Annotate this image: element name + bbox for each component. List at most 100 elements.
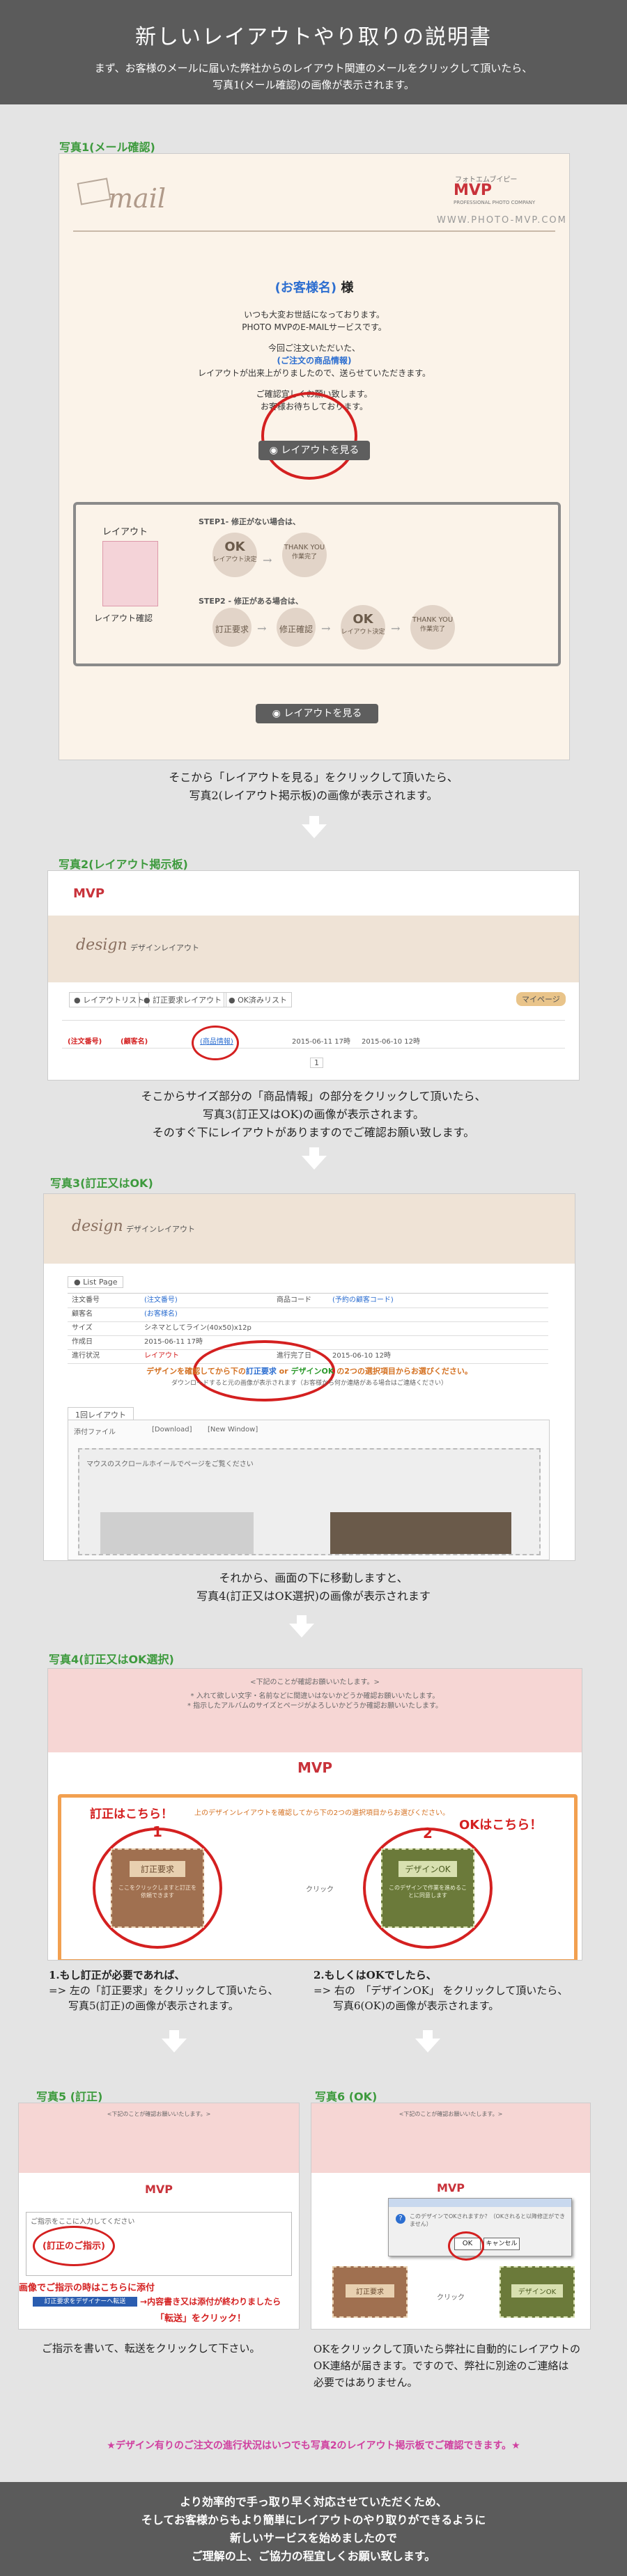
mail-screenshot: mail フォトエムブイピー MVP PROFESSIONAL PHOTO CO… [59, 153, 570, 760]
divider [62, 1020, 565, 1021]
fix-or-ok-screenshot: design デザインレイアウト ● List Page 注文番号 (注文番号) 商… [43, 1193, 575, 1561]
send-fix-button[interactable]: 訂正要求をデザイナーへ転送 [33, 2297, 137, 2307]
thankyou-circle: THANK YOU 作業完了 [282, 533, 327, 577]
thankyou-circle-2: THANK YOU 作業完了 [410, 605, 455, 650]
brand-logo: MVP [436, 2181, 465, 2194]
done-note: →内容書き又は添付が終わりましたら [140, 2297, 281, 2307]
caption-2: そこからサイズ部分の「商品情報」の部分をクリックして頂いたら、 写真3(訂正又はO… [141, 1090, 486, 1139]
download-link[interactable]: [Download] [152, 1426, 192, 1434]
design-title: デザインレイアウト [126, 1225, 195, 1234]
arrow-icon: → [263, 553, 272, 567]
brand-sub: PROFESSIONAL PHOTO COMPANY [454, 200, 536, 205]
brand-url: WWW.PHOTO-MVP.COM [437, 215, 567, 226]
view-layout-button[interactable]: ◉ レイアウトを見る [258, 441, 370, 460]
down-arrow [162, 2030, 187, 2052]
highlight-ring [261, 392, 357, 480]
design-banner [44, 1194, 575, 1264]
notice-title: <下記のことが確認お願いいたします。> [398, 2111, 503, 2117]
caption-3: それから、画面の下に移動しますと、 写真4(訂正又はOK選択)の画像が表示されます [196, 1571, 431, 1603]
choose-text: 上のデザインレイアウトを確認してから下の2つの選択項目からお選びください。 [194, 1809, 450, 1817]
send-click-label: 「転送」をクリック！ [155, 2314, 247, 2324]
table-row: (注文番号) (顧客名) (商品情報) 2015-06-11 17時 2015-… [62, 1035, 565, 1049]
section-2-label: 写真2(レイアウト掲示板) [59, 858, 188, 871]
flow-confirm-label: レイアウト確認 [94, 613, 153, 623]
down-arrow [289, 1615, 314, 1638]
caption-5: ご指示を書いて、転送をクリックして下さい。 [42, 2342, 261, 2355]
notice-line-1: * 入れて欲しい文字・名前などに間違いはないかどうか確認お願いいたします。 [190, 1693, 440, 1700]
preview-image [100, 1512, 254, 1554]
flow-layout-label: レイアウト [102, 527, 148, 537]
design-ok-screenshot: <下記のことが確認お願いいたします。> MVP このデザインでOKされますか？（… [311, 2103, 591, 2330]
status-note: ★デザイン有りのご注文の進行状況はいつでも写真2のレイアウト掲示板でご確認できま… [107, 2440, 520, 2451]
section-1-label: 写真1(メール確認) [59, 141, 155, 154]
tab-fix-list[interactable]: ● 訂正要求レイアウト [139, 992, 227, 1007]
preview-image [330, 1512, 511, 1554]
fix-request-screenshot: <下記のことが確認お願いいたします。> MVP ご指示をここに入力してください … [18, 2103, 300, 2330]
fix-request-circle: 訂正要求 [212, 608, 251, 647]
notice-title: <下記のことが確認お願いいたします。> [250, 1679, 380, 1686]
highlight-ring [192, 1026, 239, 1060]
ok-decide-circle-2: OK レイアウト決定 [341, 605, 385, 650]
ok-here-label: OKはこちら！ [459, 1818, 543, 1832]
question-icon: ? [396, 2214, 405, 2224]
highlight-ring [448, 2231, 484, 2261]
divider [73, 230, 555, 232]
ok-decide-circle: OK レイアウト決定 [212, 533, 257, 577]
customer-line: (お客様名) 様 [274, 281, 354, 295]
notice-line-2: * 指示したアルバムのサイズとページがよろしいかどうか確認お願いいたします。 [187, 1702, 443, 1710]
step1-label: STEP1- 修正がない場合は、 [199, 517, 301, 526]
design-logo: design [76, 936, 127, 954]
design-banner [48, 916, 579, 982]
instruction-label: (訂正のご指示) [42, 2241, 105, 2252]
brand-logo: MVP [454, 182, 493, 199]
tab-ok-list[interactable]: ● OK済みリスト [224, 992, 292, 1007]
layout-viewer: 添付ファイル [Download] [New Window] マウスのスクロール… [68, 1420, 550, 1560]
design-ok-card[interactable]: デザインOK このデザインで作業を進めることに同意します [381, 1848, 474, 1928]
section-5-label: 写真5 (訂正) [36, 2090, 103, 2103]
tab-layout-list[interactable]: ● レイアウトリスト [69, 992, 150, 1007]
info-table: 注文番号 (注文番号) 商品コード (予約の顧客コード) 顧客名 (お客様名) サイズシ… [68, 1293, 548, 1364]
layout-board-screenshot: MVP design デザインレイアウト ● レイアウトリスト ● 訂正要求レイ… [47, 870, 580, 1081]
fix-here-label: 訂正はこちら！ [90, 1807, 173, 1821]
page-title: 新しいレイアウトやり取りの説明書 [135, 25, 492, 49]
design-title: デザインレイアウト [130, 943, 199, 952]
fix-check-circle: 修正確認 [277, 608, 316, 647]
dialog-cancel-button[interactable]: キャンセル [483, 2238, 520, 2250]
choice-notice-sub: ダウンロードすると元の画像が表示されます（お客様から何か連絡がある場合はご連絡く… [171, 1380, 447, 1387]
layout-preview: マウスのスクロールホイールでページをご覧ください [78, 1448, 541, 1555]
mail-logo: mail [108, 183, 166, 214]
notice-title: <下記のことが確認お願いいたします。> [107, 2111, 211, 2117]
brand-logo: MVP [73, 886, 105, 901]
caption-6: OKをクリックして頂いたら弊社に自動的にレイアウトの OK連絡が届きます。ですので… [314, 2343, 581, 2389]
step2-label: STEP2 - 修正がある場合は、 [199, 597, 303, 606]
down-arrow [302, 1147, 327, 1170]
down-arrow [302, 816, 327, 838]
click-label: クリック [306, 1886, 334, 1894]
fix-request-card[interactable]: 訂正要求 ここをクリックしますと訂正を依頼できます [111, 1848, 204, 1928]
arrow-icon: → [321, 622, 331, 635]
page-footer: より効率的で手っ取り早く対応させていただくため、 そしてお客様からもより簡単にレ… [0, 2482, 627, 2576]
list-page-button[interactable]: ● List Page [68, 1276, 124, 1288]
section-4-label: 写真4(訂正又はOK選択) [49, 1653, 174, 1666]
caption-1: そこから「レイアウトを見る」をクリックして頂いたら、 写真2(レイアウト掲示板)の… [169, 771, 458, 802]
new-window-link[interactable]: [New Window] [208, 1426, 258, 1434]
arrow-icon: → [391, 622, 401, 635]
envelope-icon [77, 178, 111, 205]
dialog-titlebar [389, 2199, 571, 2207]
view-layout-button-2[interactable]: ◉ レイアウトを見る [256, 704, 378, 723]
dialog-question: このデザインでOKされますか？（OKされると以降修正ができません） [410, 2213, 566, 2227]
fix-request-card[interactable]: 訂正要求 [332, 2266, 408, 2318]
mypage-button[interactable]: マイページ [516, 992, 566, 1006]
pagination-page[interactable]: 1 [310, 1058, 323, 1068]
click-label: クリック [437, 2294, 465, 2302]
down-arrow [415, 2030, 440, 2052]
section-6-label: 写真6 (OK) [315, 2090, 378, 2103]
header-intro: まず、お客様のメールに届いた弊社からのレイアウト関連のメールをクリックして頂いた… [94, 62, 533, 91]
choose-screenshot: <下記のことが確認お願いいたします。> * 入れて欲しい文字・名前などに間違いは… [47, 1668, 582, 1961]
attach-label: 画像でご指示の時はこちらに添付 [19, 2283, 155, 2293]
design-ok-card[interactable]: デザインOK [500, 2266, 575, 2318]
arrow-icon: → [257, 622, 267, 635]
brand-logo: MVP [297, 1759, 333, 1776]
brand-logo: MVP [144, 2183, 173, 2196]
layout-thumbnail [102, 541, 158, 606]
